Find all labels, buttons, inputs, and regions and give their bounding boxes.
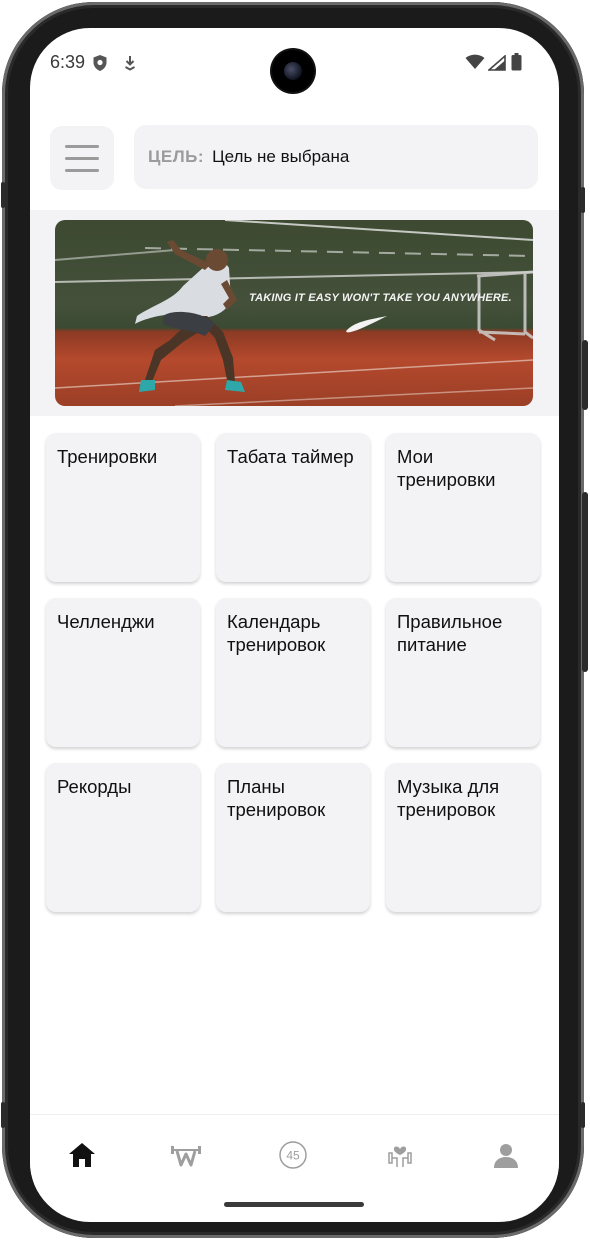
tile-tabata-timer[interactable]: Табата таймер xyxy=(216,433,370,582)
nav-profile[interactable] xyxy=(486,1137,526,1173)
goal-selector[interactable]: ЦЕЛЬ: Цель не выбрана xyxy=(134,125,538,189)
side-button xyxy=(581,1102,585,1128)
status-bar: 6:39 xyxy=(30,28,559,98)
shield-icon xyxy=(92,54,108,76)
timer-45-icon: 45 xyxy=(279,1141,307,1169)
tile-workout-music[interactable]: Музыка для тренировок xyxy=(386,763,540,912)
home-icon xyxy=(69,1143,95,1167)
tile-challenges[interactable]: Челленджи xyxy=(46,598,200,747)
side-button xyxy=(582,340,588,410)
side-button xyxy=(582,492,588,672)
home-indicator[interactable] xyxy=(224,1202,364,1207)
side-button xyxy=(1,1102,5,1128)
profile-icon xyxy=(494,1144,518,1168)
side-button xyxy=(581,187,585,213)
tile-workout-plans[interactable]: Планы тренировок xyxy=(216,763,370,912)
nike-logo xyxy=(346,316,387,333)
signal-icon xyxy=(486,54,506,75)
side-button xyxy=(1,182,5,208)
banner-section: TAKING IT EASY WON'T TAKE YOU ANYWHERE. xyxy=(30,210,559,416)
nav-workouts[interactable] xyxy=(166,1137,206,1173)
nav-home[interactable] xyxy=(62,1137,102,1173)
status-time: 6:39 xyxy=(50,52,86,72)
phone-frame: 6:39 ЦЕЛЬ: Цель не выбрана TAKING IT EAS… xyxy=(1,2,588,1238)
bottom-nav: 45 xyxy=(30,1114,559,1192)
goal-value: Цель не выбрана xyxy=(212,147,350,166)
tile-workout-calendar[interactable]: Календарь тренировок xyxy=(216,598,370,747)
tile-my-workouts[interactable]: Мои тренировки xyxy=(386,433,540,582)
nav-fitness[interactable] xyxy=(380,1137,420,1173)
banner-slogan: TAKING IT EASY WON'T TAKE YOU ANYWHERE. xyxy=(249,292,512,304)
menu-button[interactable] xyxy=(50,126,114,190)
banner-image xyxy=(55,220,533,406)
timer-label: 45 xyxy=(286,1149,300,1163)
download-icon xyxy=(123,54,137,76)
workout-logo-icon xyxy=(171,1146,201,1167)
feature-grid: Тренировки Табата таймер Мои тренировки … xyxy=(46,433,542,912)
goal-label: ЦЕЛЬ: xyxy=(148,147,205,166)
battery-icon xyxy=(511,53,522,75)
front-camera xyxy=(272,50,314,92)
promo-banner[interactable]: TAKING IT EASY WON'T TAKE YOU ANYWHERE. xyxy=(55,220,533,406)
wifi-icon xyxy=(465,54,485,74)
tile-nutrition[interactable]: Правильное питание xyxy=(386,598,540,747)
tile-records[interactable]: Рекорды xyxy=(46,763,200,912)
tile-workouts[interactable]: Тренировки xyxy=(46,433,200,582)
nav-timer[interactable]: 45 xyxy=(273,1137,313,1173)
screen: 6:39 ЦЕЛЬ: Цель не выбрана TAKING IT EAS… xyxy=(30,28,559,1222)
fitness-heart-icon xyxy=(388,1146,412,1167)
